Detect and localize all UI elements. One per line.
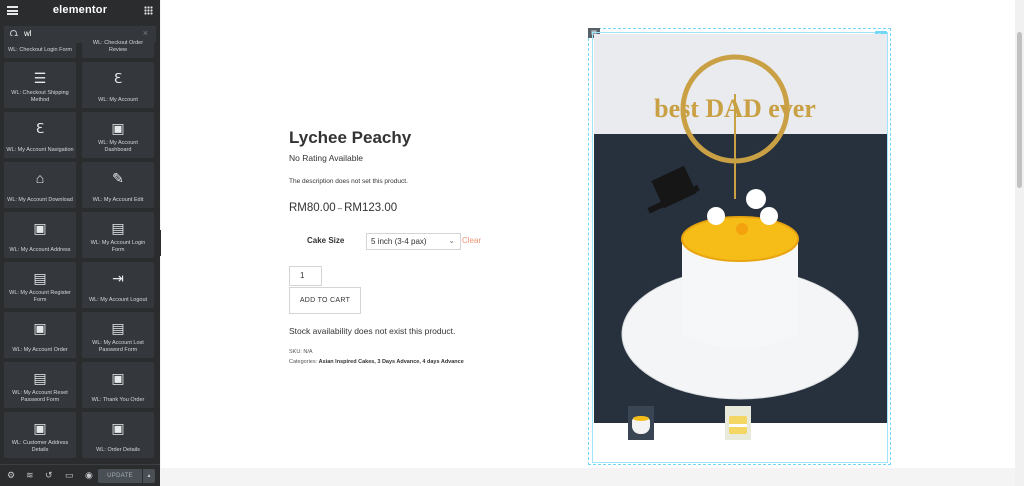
price-max: RM123.00 bbox=[344, 202, 398, 214]
form-window-icon: ▤ bbox=[33, 270, 47, 286]
list-icon: ☰ bbox=[33, 70, 47, 86]
scrollbar-thumb[interactable] bbox=[1017, 32, 1022, 188]
widget-tile[interactable]: ▤ WL: My Account Lost Password Form bbox=[82, 312, 154, 358]
product-sku: SKU: N/A bbox=[289, 349, 313, 355]
woo-icon: ▣ bbox=[33, 220, 47, 236]
logout-icon: ⇥ bbox=[112, 270, 124, 286]
widget-tile-label: WL: My Account Login Form bbox=[90, 240, 146, 253]
cake-size-select[interactable]: 5 inch (3-4 pax) ⌄ bbox=[366, 233, 461, 250]
widget-grid: ▭WL: Checkout Login Form ▭WL: Checkout Or… bbox=[4, 36, 156, 464]
chevron-down-icon: ⌄ bbox=[448, 236, 455, 245]
layers-icon[interactable]: ≋ bbox=[26, 470, 34, 481]
widget-tile[interactable]: ▣ WL: My Account Order bbox=[4, 312, 76, 358]
widget-tile-label: WL: My Account Dashboard bbox=[98, 140, 138, 153]
widget-tile[interactable]: ▤ WL: My Account Reset Password Form bbox=[4, 362, 76, 408]
woo-icon: ▣ bbox=[111, 370, 125, 386]
woo-icon: ▣ bbox=[111, 120, 125, 136]
widget-tile-label: WL: Checkout Order Review bbox=[92, 40, 144, 53]
product-description: The description does not set this produc… bbox=[289, 178, 408, 185]
woo-icon: ▣ bbox=[33, 420, 47, 436]
add-to-cart-button[interactable]: ADD TO CART bbox=[289, 287, 361, 314]
pencil-icon: ✎ bbox=[112, 170, 124, 186]
quantity-input[interactable]: 1 bbox=[289, 266, 322, 286]
form-window-icon: ▤ bbox=[111, 220, 125, 236]
widget-tile-label: WL: My Account Address bbox=[9, 246, 71, 253]
widget-tile[interactable]: ▤ WL: My Account Register Form bbox=[4, 262, 76, 308]
thumb-glaze-1 bbox=[633, 416, 649, 421]
cake-size-value: 5 inch (3-4 pax) bbox=[371, 237, 427, 246]
meringue-1 bbox=[707, 207, 725, 225]
widget-tile[interactable]: ▭WL: Checkout Login Form bbox=[4, 36, 76, 58]
settings-icon[interactable]: ⚙ bbox=[7, 470, 15, 481]
meringue-2 bbox=[746, 189, 766, 209]
widget-tile[interactable]: ☰ WL: Checkout Shipping Method bbox=[4, 62, 76, 108]
widget-tile-label: WL: My Account Edit bbox=[92, 196, 144, 203]
widget-tile[interactable]: ▣ WL: Thank You Order bbox=[82, 362, 154, 408]
widget-tile[interactable]: ✎ WL: My Account Edit bbox=[82, 162, 154, 208]
form-window-icon: ▤ bbox=[111, 320, 125, 336]
widget-tile[interactable]: ▣ WL: Customer Address Details bbox=[4, 412, 76, 458]
widget-tile-label: WL: My Account Register Form bbox=[9, 290, 71, 303]
widget-tile[interactable]: ⌂ WL: My Account Download bbox=[4, 162, 76, 208]
widget-tile-label: WL: Thank You Order bbox=[91, 396, 145, 403]
widget-tile-label: WL: My Account Lost Password Form bbox=[92, 340, 144, 353]
widget-tile[interactable]: ▣ WL: Order Details bbox=[82, 412, 154, 458]
preview-bottom-area bbox=[161, 468, 1015, 486]
product-rating: No Rating Available bbox=[289, 153, 364, 163]
widgets-grid-icon[interactable] bbox=[144, 6, 153, 15]
woo-icon: ▣ bbox=[33, 320, 47, 336]
elementor-icon: ℇ bbox=[113, 70, 123, 86]
widget-tile-label: WL: Order Details bbox=[96, 446, 140, 453]
gallery-thumbnail-2[interactable] bbox=[725, 406, 751, 440]
widget-tile-label: WL: Customer Address Details bbox=[11, 440, 69, 453]
history-icon[interactable]: ↺ bbox=[45, 470, 53, 481]
download-box-icon: ⌂ bbox=[35, 170, 45, 186]
gallery-thumbnail-1[interactable] bbox=[628, 406, 654, 440]
panel-footer: ⚙ ≋ ↺ ▭ ◉ UPDATE ▴ bbox=[0, 464, 160, 486]
widget-tile-label: WL: My Account Download bbox=[7, 196, 73, 203]
categories-links[interactable]: Asian Inspired Cakes, 3 Days Advance, 4 … bbox=[319, 359, 464, 365]
price-separator: – bbox=[337, 204, 343, 213]
stock-status: Stock availability does not exist this p… bbox=[289, 326, 456, 336]
responsive-icon[interactable]: ▭ bbox=[65, 470, 74, 481]
elementor-logo: elementor bbox=[52, 4, 108, 16]
widget-tile-label: WL: My Account bbox=[98, 96, 138, 103]
widget-tile-label: WL: My Account Order bbox=[12, 346, 68, 353]
product-categories: Categories: Asian Inspired Cakes, 3 Days… bbox=[289, 359, 464, 365]
widget-tile[interactable]: ⇥ WL: My Account Logout bbox=[82, 262, 154, 308]
preview-eye-icon[interactable]: ◉ bbox=[85, 470, 93, 481]
product-title: Lychee Peachy bbox=[289, 128, 412, 147]
categories-label: Categories: bbox=[289, 359, 318, 365]
topper-text: best DAD ever bbox=[654, 94, 816, 123]
panel-header: elementor bbox=[0, 0, 160, 22]
meringue-3 bbox=[760, 207, 778, 225]
elementor-icon: ℇ bbox=[35, 120, 45, 136]
elementor-panel: elementor wl × ▭WL: Checkout Login Form▭… bbox=[0, 0, 160, 486]
widget-tile-label: WL: Checkout Login Form bbox=[8, 46, 72, 53]
cake-illustration: best DAD ever bbox=[621, 54, 859, 400]
clear-variation-link[interactable]: Clear bbox=[462, 236, 481, 245]
product-main-image[interactable]: best DAD ever bbox=[594, 34, 887, 423]
update-button[interactable]: UPDATE bbox=[98, 469, 142, 483]
woo-icon: ▣ bbox=[111, 420, 125, 436]
preview-scrollbar[interactable] bbox=[1015, 0, 1024, 486]
widget-tile[interactable]: ℇ WL: My Account Navigation bbox=[4, 112, 76, 158]
peach-slice bbox=[736, 223, 748, 235]
cake-size-label: Cake Size bbox=[307, 236, 345, 245]
widget-tile[interactable]: ▣ WL: My Account Address bbox=[4, 212, 76, 258]
widget-tile-label: WL: My Account Reset Password Form bbox=[12, 390, 68, 403]
price-min: RM80.00 bbox=[289, 202, 336, 214]
update-options-caret-icon[interactable]: ▴ bbox=[143, 469, 155, 483]
quantity-value: 1 bbox=[300, 271, 305, 280]
product-price: RM80.00– RM123.00 bbox=[289, 202, 397, 214]
widget-tile[interactable]: ℇ WL: My Account bbox=[82, 62, 154, 108]
form-window-icon: ▤ bbox=[33, 370, 47, 386]
widget-tile-label: WL: Checkout Shipping Method bbox=[11, 90, 69, 103]
widget-tile-label: WL: My Account Logout bbox=[88, 296, 148, 303]
widget-tile[interactable]: ▣ WL: My Account Dashboard bbox=[82, 112, 154, 158]
widget-tile[interactable]: ▭WL: Checkout Order Review bbox=[82, 36, 154, 58]
widget-tile-label: WL: My Account Navigation bbox=[6, 146, 74, 153]
thumb-cream-layer-2 bbox=[729, 424, 747, 427]
widget-tile[interactable]: ▤ WL: My Account Login Form bbox=[82, 212, 154, 258]
